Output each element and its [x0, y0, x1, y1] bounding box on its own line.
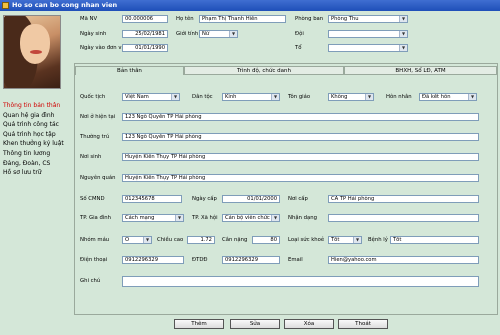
- chevron-down-icon[interactable]: ▼: [271, 215, 279, 221]
- sidebar: Thông tin bản thân Quan hệ gia đình Quá …: [3, 101, 73, 178]
- dien-thoai-label: Điện thoại: [80, 257, 108, 263]
- tab-ban-than[interactable]: Bản thân: [75, 66, 184, 75]
- tab-trinh-do-chuc-danh[interactable]: Trình độ, chức danh: [184, 66, 344, 75]
- chevron-down-icon[interactable]: ▼: [171, 94, 179, 100]
- nhom-mau-select[interactable]: O ▼: [122, 236, 152, 244]
- dan-toc-select[interactable]: Kinh ▼: [222, 93, 280, 101]
- dtdd-field[interactable]: 0912296329: [222, 256, 280, 264]
- ma-nv-field[interactable]: 00.000006: [122, 15, 168, 23]
- quoc-tich-label: Quốc tịch: [80, 94, 106, 100]
- suc-khoe-label: Loại sức khoẻ: [288, 237, 325, 243]
- nhan-dang-field[interactable]: [328, 214, 479, 222]
- hon-nhan-select[interactable]: Đã kết hôn ▼: [419, 93, 477, 101]
- sidebar-item-dang-doan[interactable]: Đảng, Đoàn, CS: [3, 159, 73, 169]
- ngay-cap-label: Ngày cấp: [192, 196, 217, 202]
- employee-photo: [3, 15, 61, 89]
- tab-bhxh-so-ld-atm[interactable]: BHXH, Sổ LĐ, ATM: [344, 66, 497, 75]
- thuong-tru-field[interactable]: 123 Ngô Quyền TP Hải phòng: [122, 133, 479, 141]
- chevron-down-icon[interactable]: ▼: [399, 16, 407, 22]
- sidebar-item-thong-tin-ban-than[interactable]: Thông tin bản thân: [3, 101, 73, 111]
- nguyen-quan-label: Nguyên quán: [80, 175, 116, 181]
- so-cmnd-field[interactable]: 012345678: [122, 195, 182, 203]
- noi-sinh-field[interactable]: Huyện Kiến Thụy TP Hải phòng: [122, 153, 479, 161]
- app-icon: [2, 2, 9, 9]
- hon-nhan-label: Hôn nhân: [386, 94, 412, 100]
- edit-button[interactable]: Sửa: [230, 319, 280, 329]
- email-field[interactable]: Hien@yahoo.com: [328, 256, 479, 264]
- dan-toc-label: Dân tộc: [192, 94, 213, 100]
- chieu-cao-label: Chiều cao: [157, 237, 184, 243]
- ngay-vao-label: Ngày vào đơn vị: [80, 45, 123, 51]
- email-label: Email: [288, 257, 303, 263]
- delete-button[interactable]: Xóa: [284, 319, 334, 329]
- to-select[interactable]: ▼: [328, 44, 408, 52]
- sidebar-item-quan-he-gia-dinh[interactable]: Quan hệ gia đình: [3, 111, 73, 121]
- sidebar-item-qua-trinh-cong-tac[interactable]: Quá trình công tác: [3, 120, 73, 130]
- nguyen-quan-field[interactable]: Huyện Kiến Thụy TP Hải phòng: [122, 174, 479, 182]
- nhan-dang-label: Nhận dạng: [288, 215, 317, 221]
- doi-label: Đội: [295, 31, 304, 37]
- sidebar-item-thong-tin-luong[interactable]: Thông tin lương: [3, 149, 73, 159]
- gia-dinh-select[interactable]: Cách mạng ▼: [122, 214, 184, 222]
- chevron-down-icon[interactable]: ▼: [229, 31, 237, 37]
- phong-ban-label: Phòng ban: [295, 16, 324, 22]
- ngay-sinh-label: Ngày sinh: [80, 31, 107, 37]
- nhom-mau-label: Nhóm máu: [80, 237, 110, 243]
- to-label: Tổ: [295, 45, 302, 51]
- add-button[interactable]: Thêm: [174, 319, 224, 329]
- gioi-tinh-label: Giới tính: [176, 31, 199, 37]
- chieu-cao-field[interactable]: 1.72: [187, 236, 215, 244]
- chevron-down-icon[interactable]: ▼: [399, 31, 407, 37]
- xa-hoi-label: TP. Xã hội: [192, 215, 218, 221]
- ma-nv-label: Mã NV: [80, 16, 98, 22]
- title-bar: Ho so can bo cong nhan vien: [0, 0, 500, 11]
- can-nang-label: Cân nặng: [222, 237, 248, 243]
- window-title: Ho so can bo cong nhan vien: [12, 1, 118, 9]
- ton-giao-select[interactable]: Không ▼: [328, 93, 374, 101]
- sidebar-item-qua-trinh-hoc-tap[interactable]: Quá trình học tập: [3, 130, 73, 140]
- chevron-down-icon[interactable]: ▼: [365, 94, 373, 100]
- chevron-down-icon[interactable]: ▼: [399, 45, 407, 51]
- can-nang-field[interactable]: 80: [252, 236, 280, 244]
- chevron-down-icon[interactable]: ▼: [143, 237, 151, 243]
- benh-ly-field[interactable]: Tốt: [390, 236, 479, 244]
- chevron-down-icon[interactable]: ▼: [353, 237, 361, 243]
- suc-khoe-select[interactable]: Tốt ▼: [328, 236, 362, 244]
- so-cmnd-label: Số CMND: [80, 196, 105, 202]
- noi-o-label: Nơi ở hiện tại: [80, 114, 116, 120]
- noi-o-field[interactable]: 123 Ngô Quyền TP Hải phòng: [122, 113, 479, 121]
- quoc-tich-select[interactable]: Việt Nam ▼: [122, 93, 180, 101]
- thuong-tru-label: Thường trú: [80, 134, 110, 140]
- ho-ten-field[interactable]: Phạm Thị Thanh Hiền: [199, 15, 286, 23]
- chevron-down-icon[interactable]: ▼: [175, 215, 183, 221]
- ghi-chu-field[interactable]: [122, 276, 479, 287]
- doi-select[interactable]: ▼: [328, 30, 408, 38]
- chevron-down-icon[interactable]: ▼: [468, 94, 476, 100]
- dien-thoai-field[interactable]: 0912296329: [122, 256, 184, 264]
- sidebar-item-khen-thuong-ky-luat[interactable]: Khen thưởng kỷ luật: [3, 139, 73, 149]
- ngay-vao-field[interactable]: 01/01/1990: [122, 44, 168, 52]
- exit-button[interactable]: Thoát: [338, 319, 388, 329]
- dtdd-label: ĐTDĐ: [192, 257, 208, 263]
- benh-ly-label: Bệnh lý: [368, 237, 388, 243]
- phong-ban-select[interactable]: Phòng Thu ▼: [328, 15, 408, 23]
- noi-cap-field[interactable]: CA TP Hải phòng: [328, 195, 479, 203]
- ngay-cap-field[interactable]: 01/01/2000: [222, 195, 280, 203]
- noi-sinh-label: Nơi sinh: [80, 154, 102, 160]
- xa-hoi-select[interactable]: Cán bộ viên chức ▼: [222, 214, 280, 222]
- gioi-tinh-select[interactable]: Nữ ▼: [199, 30, 238, 38]
- ho-ten-label: Họ tên: [176, 16, 194, 22]
- ghi-chu-label: Ghi chú: [80, 278, 101, 284]
- ton-giao-label: Tôn giáo: [288, 94, 311, 100]
- ngay-sinh-field[interactable]: 25/02/1981: [122, 30, 168, 38]
- sidebar-item-ho-so-luu-tru[interactable]: Hồ sơ lưu trữ: [3, 168, 73, 178]
- chevron-down-icon[interactable]: ▼: [271, 94, 279, 100]
- gia-dinh-label: TP. Gia đình: [80, 215, 112, 221]
- noi-cap-label: Nơi cấp: [288, 196, 308, 202]
